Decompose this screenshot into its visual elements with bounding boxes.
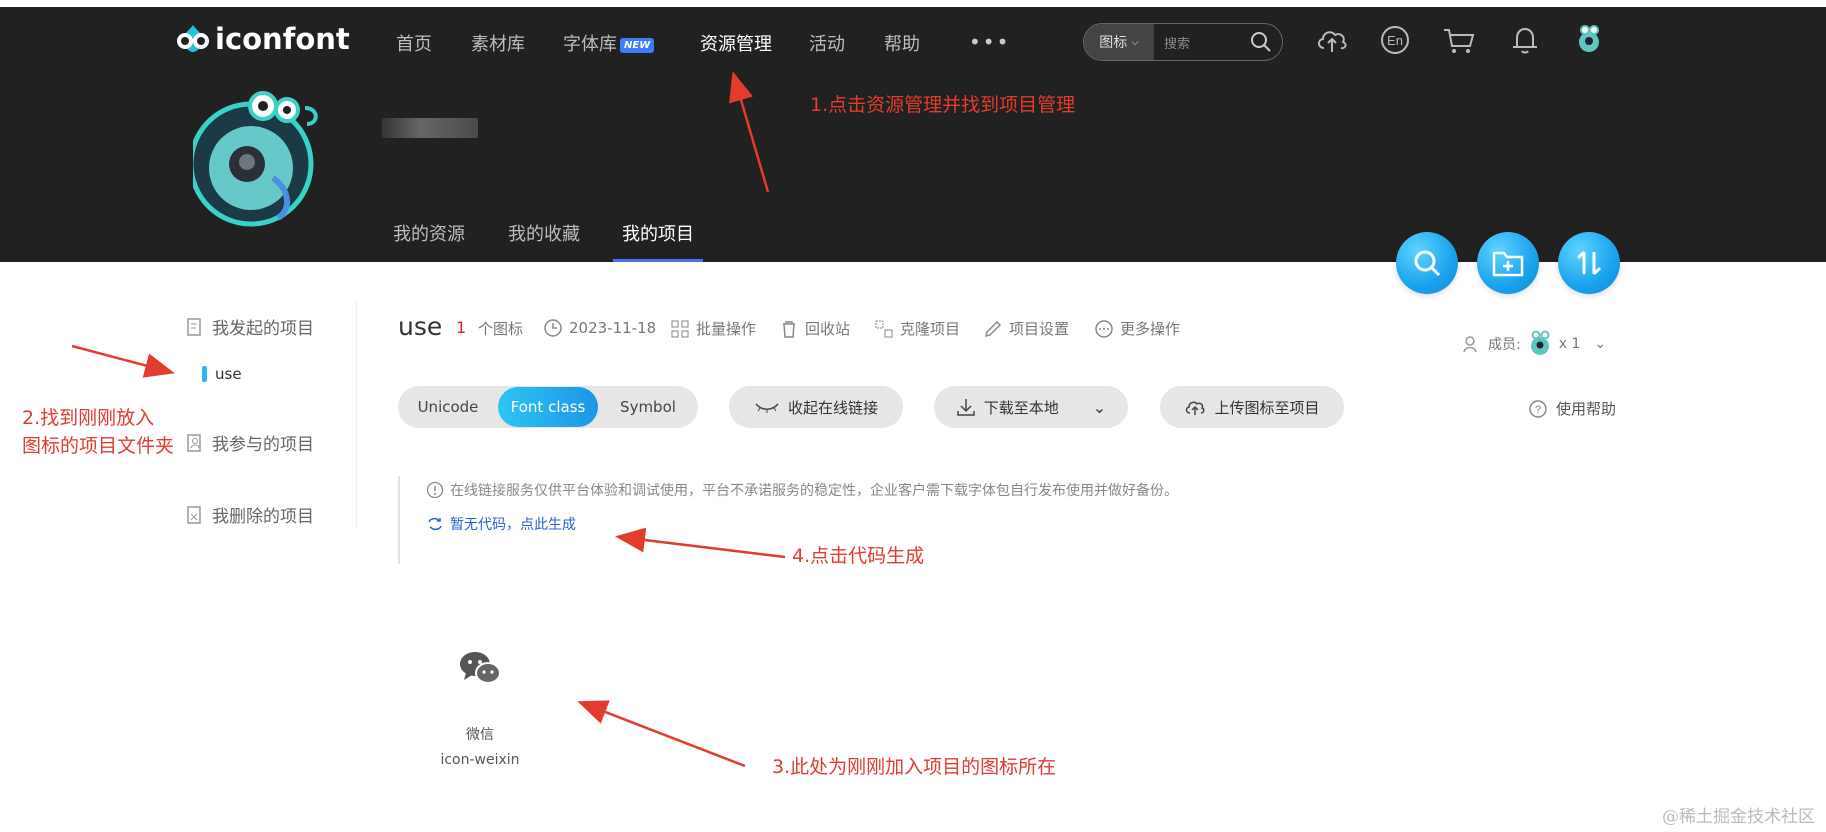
arrow-1 — [729, 71, 770, 193]
annotation-arrows — [71, 71, 786, 768]
watermark: @稀土掘金技术社区 — [1662, 807, 1815, 827]
arrow-2 — [71, 344, 175, 378]
arrow-3 — [577, 700, 746, 768]
arrow-4 — [615, 527, 786, 559]
